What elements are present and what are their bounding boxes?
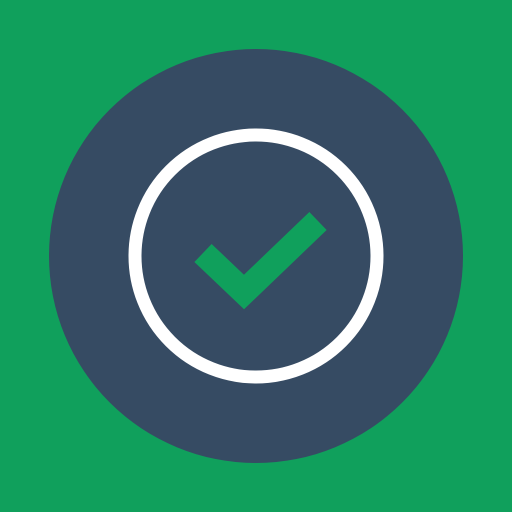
app-icon: [0, 0, 512, 512]
dark-disc: [49, 49, 463, 463]
check-circle-badge: [0, 0, 512, 512]
